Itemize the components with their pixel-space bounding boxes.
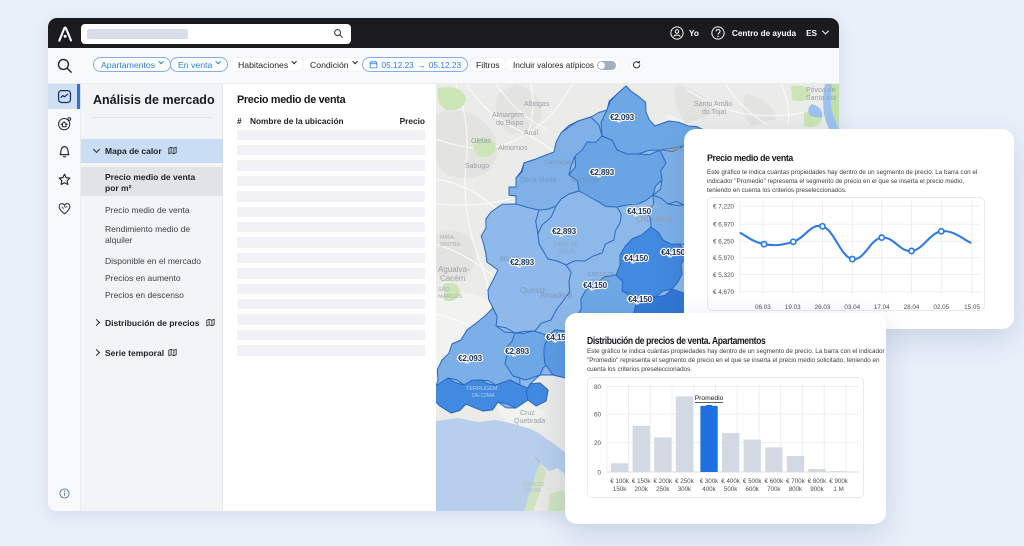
svg-text:€ 200k: € 200k — [654, 478, 673, 485]
svg-text:Santa Iria: Santa Iria — [806, 95, 836, 102]
svg-text:ÁGUA: ÁGUA — [558, 248, 575, 255]
svg-text:200k: 200k — [634, 486, 648, 493]
svg-text:€ 500k: € 500k — [743, 478, 762, 485]
svg-text:Aruil: Aruil — [524, 130, 538, 137]
svg-text:SÃO: SÃO — [438, 286, 450, 293]
svg-text:€2,893: €2,893 — [590, 168, 614, 177]
svg-text:€2,893: €2,893 — [552, 227, 576, 236]
svg-text:900k: 900k — [810, 486, 824, 493]
svg-text:Loures: Loures — [660, 144, 684, 153]
svg-text:Camarões: Camarões — [544, 159, 575, 166]
svg-text:150k: 150k — [613, 486, 627, 493]
svg-text:€ 300k: € 300k — [700, 478, 719, 485]
svg-text:Amadora: Amadora — [540, 291, 573, 300]
svg-text:Quebrada: Quebrada — [514, 418, 545, 425]
svg-text:€ 7,220: € 7,220 — [713, 204, 735, 211]
svg-text:700k: 700k — [767, 486, 781, 493]
svg-text:do Bispo: do Bispo — [496, 120, 523, 127]
svg-text:26.03: 26.03 — [815, 304, 831, 311]
svg-text:€2,093: €2,093 — [610, 113, 634, 122]
svg-text:€ 100k: € 100k — [610, 478, 629, 485]
svg-text:€ 600k: € 600k — [765, 478, 784, 485]
svg-text:Albogas: Albogas — [524, 101, 550, 108]
svg-text:VAPOR: VAPOR — [524, 488, 542, 494]
svg-text:250k: 250k — [656, 486, 670, 493]
svg-text:300k: 300k — [678, 486, 692, 493]
svg-text:Caneças: Caneças — [572, 177, 600, 184]
svg-text:06.03: 06.03 — [755, 304, 771, 311]
svg-text:MIRA-: MIRA- — [440, 235, 456, 241]
svg-text:80: 80 — [594, 384, 602, 391]
svg-text:17.04: 17.04 — [874, 304, 890, 311]
svg-text:60: 60 — [594, 412, 602, 419]
svg-text:Olelas: Olelas — [471, 138, 491, 145]
svg-text:€ 400k: € 400k — [721, 478, 740, 485]
svg-text:TERRUGEM: TERRUGEM — [466, 386, 498, 392]
svg-text:€ 6,250: € 6,250 — [713, 239, 735, 246]
svg-text:€ 900k: € 900k — [829, 478, 848, 485]
svg-text:DE CIMA: DE CIMA — [472, 393, 495, 399]
svg-text:800k: 800k — [789, 486, 803, 493]
svg-text:€ 5,970: € 5,970 — [713, 255, 735, 262]
svg-text:do Tojal: do Tojal — [702, 109, 726, 116]
svg-text:€4,150: €4,150 — [624, 254, 648, 263]
svg-text:03.04: 03.04 — [844, 304, 860, 311]
svg-text:400k: 400k — [702, 486, 716, 493]
svg-text:€ 150k: € 150k — [632, 478, 651, 485]
svg-text:SINTRA: SINTRA — [440, 242, 461, 248]
svg-text:ENCOSTA: ENCOSTA — [588, 272, 615, 278]
svg-text:Santo Antão: Santo Antão — [694, 101, 732, 108]
svg-text:€ 4,670: € 4,670 — [713, 289, 735, 296]
svg-text:Cacém: Cacém — [440, 274, 466, 283]
svg-text:€4,150: €4,150 — [628, 295, 652, 304]
svg-text:MARCOS: MARCOS — [438, 294, 462, 300]
svg-text:28.04: 28.04 — [904, 304, 920, 311]
svg-text:€ 5,320: € 5,320 — [713, 272, 735, 279]
svg-text:600k: 600k — [745, 486, 759, 493]
svg-text:Almornos: Almornos — [498, 145, 528, 152]
svg-text:€4,150: €4,150 — [627, 207, 651, 216]
svg-text:15.05: 15.05 — [964, 304, 980, 311]
svg-text:€4,150: €4,150 — [583, 281, 607, 290]
svg-text:Promedio: Promedio — [695, 395, 724, 402]
svg-text:€ 250k: € 250k — [675, 478, 694, 485]
svg-text:Dona Maria: Dona Maria — [520, 177, 556, 184]
svg-text:€4,150: €4,150 — [661, 248, 685, 257]
svg-text:€2,893: €2,893 — [510, 258, 534, 267]
svg-text:€2,893: €2,893 — [505, 347, 529, 356]
svg-text:€ 6,970: € 6,970 — [713, 222, 735, 229]
svg-text:Sabugo: Sabugo — [465, 163, 489, 170]
svg-text:Agualva-: Agualva- — [438, 265, 470, 274]
svg-text:19.03: 19.03 — [785, 304, 801, 311]
svg-text:Cruz: Cruz — [520, 410, 535, 417]
svg-text:1 M: 1 M — [833, 486, 843, 493]
svg-text:Póvoa de: Póvoa de — [806, 87, 836, 94]
svg-text:02.05: 02.05 — [933, 304, 949, 311]
svg-text:Almargem: Almargem — [492, 112, 524, 119]
svg-text:€2,093: €2,093 — [458, 354, 482, 363]
svg-text:€ 800k: € 800k — [808, 478, 827, 485]
svg-text:20: 20 — [594, 440, 602, 447]
svg-text:500k: 500k — [724, 486, 738, 493]
svg-text:0: 0 — [597, 470, 601, 477]
svg-text:€ 700k: € 700k — [786, 478, 805, 485]
svg-text:MINA DE: MINA DE — [554, 242, 579, 248]
